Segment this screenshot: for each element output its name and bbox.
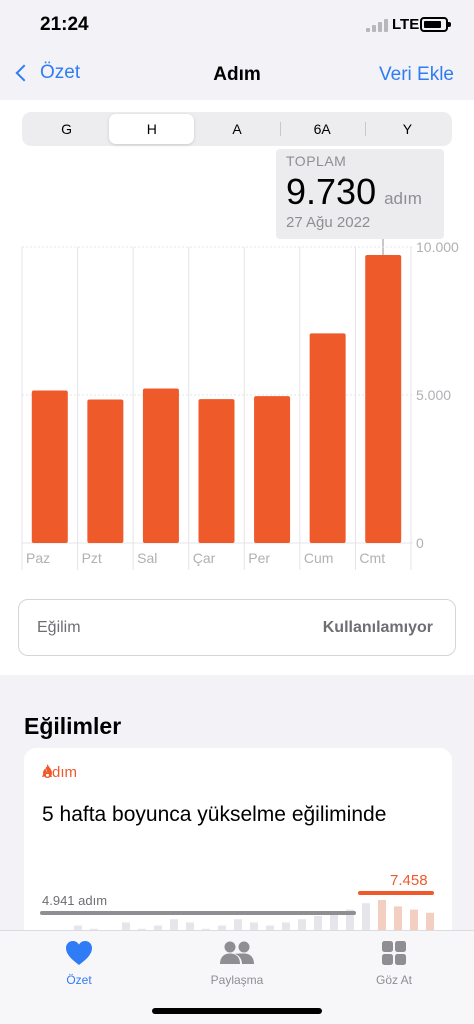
- tab-sharing[interactable]: Paylaşma: [187, 939, 287, 987]
- tab-browse[interactable]: Göz At: [344, 939, 444, 987]
- tab-sharing-label: Paylaşma: [210, 973, 264, 987]
- tooltip-label: TOPLAM: [286, 153, 347, 169]
- tab-summary[interactable]: Özet: [29, 939, 129, 987]
- segment-year[interactable]: Y: [364, 114, 450, 144]
- y-tick-label: 0: [416, 535, 424, 551]
- bar-per: [254, 396, 291, 543]
- y-tick-label: 10.000: [416, 239, 459, 255]
- trend-card[interactable]: Adım 5 hafta boyunca yükselme eğiliminde…: [24, 748, 452, 948]
- x-tick-label: Çar: [193, 550, 216, 566]
- trend-value: Kullanılamıyor: [322, 619, 433, 636]
- segment-week[interactable]: H: [109, 114, 195, 144]
- tab-summary-label: Özet: [66, 973, 92, 987]
- x-tick-label: Per: [248, 550, 270, 566]
- segment-day[interactable]: G: [24, 114, 109, 144]
- trend-row[interactable]: Eğilim Kullanılamıyor: [18, 599, 456, 656]
- network-label: LTE: [392, 16, 420, 33]
- bar-paz: [31, 390, 68, 543]
- people-icon: [220, 941, 254, 964]
- navigation-bar: Özet Adım Veri Ekle: [0, 50, 474, 100]
- tab-browse-label: Göz At: [375, 973, 413, 987]
- grid-icon: [382, 941, 406, 965]
- tooltip-unit: adım: [384, 189, 422, 208]
- trend-label: Eğilim: [37, 619, 81, 636]
- battery-icon: [420, 17, 451, 32]
- bar-cmt: [365, 254, 402, 543]
- bar-cum: [309, 333, 346, 543]
- card-new-value: 7.458: [390, 872, 428, 889]
- status-bar: 21:24 LTE: [0, 0, 474, 50]
- card-tag: Adım: [42, 764, 77, 781]
- bar-çar: [198, 399, 235, 543]
- flame-icon: [43, 764, 52, 778]
- signal-icon: [366, 18, 388, 32]
- x-tick-label: Cum: [304, 550, 334, 566]
- card-old-value: 4.941 adım: [42, 893, 108, 908]
- bar-pzt: [87, 399, 124, 543]
- x-tick-label: Cmt: [359, 550, 385, 566]
- period-segmented-control: G H A 6A Y: [22, 112, 452, 146]
- section-title: Eğilimler: [24, 713, 122, 739]
- tooltip-value: 9.730: [286, 171, 377, 212]
- segment-month[interactable]: A: [194, 114, 279, 144]
- trend-sparkline: [40, 891, 434, 948]
- status-time: 21:24: [40, 14, 89, 35]
- x-tick-label: Sal: [137, 550, 157, 566]
- heart-icon: [66, 941, 92, 965]
- bar-sal: [142, 388, 179, 543]
- segment-6-months[interactable]: 6A: [279, 114, 365, 144]
- tooltip-date: 27 Ağu 2022: [286, 214, 371, 231]
- x-tick-label: Paz: [26, 550, 50, 566]
- y-tick-label: 5.000: [416, 387, 451, 403]
- selection-tooltip: TOPLAM 9.730 adım 27 Ağu 2022: [276, 149, 444, 239]
- home-indicator: [152, 1008, 322, 1014]
- x-tick-label: Pzt: [82, 550, 102, 566]
- selection-indicator-line: [382, 239, 384, 255]
- card-headline: 5 hafta boyunca yükselme eğiliminde: [42, 803, 387, 826]
- add-data-button[interactable]: Veri Ekle: [379, 64, 454, 86]
